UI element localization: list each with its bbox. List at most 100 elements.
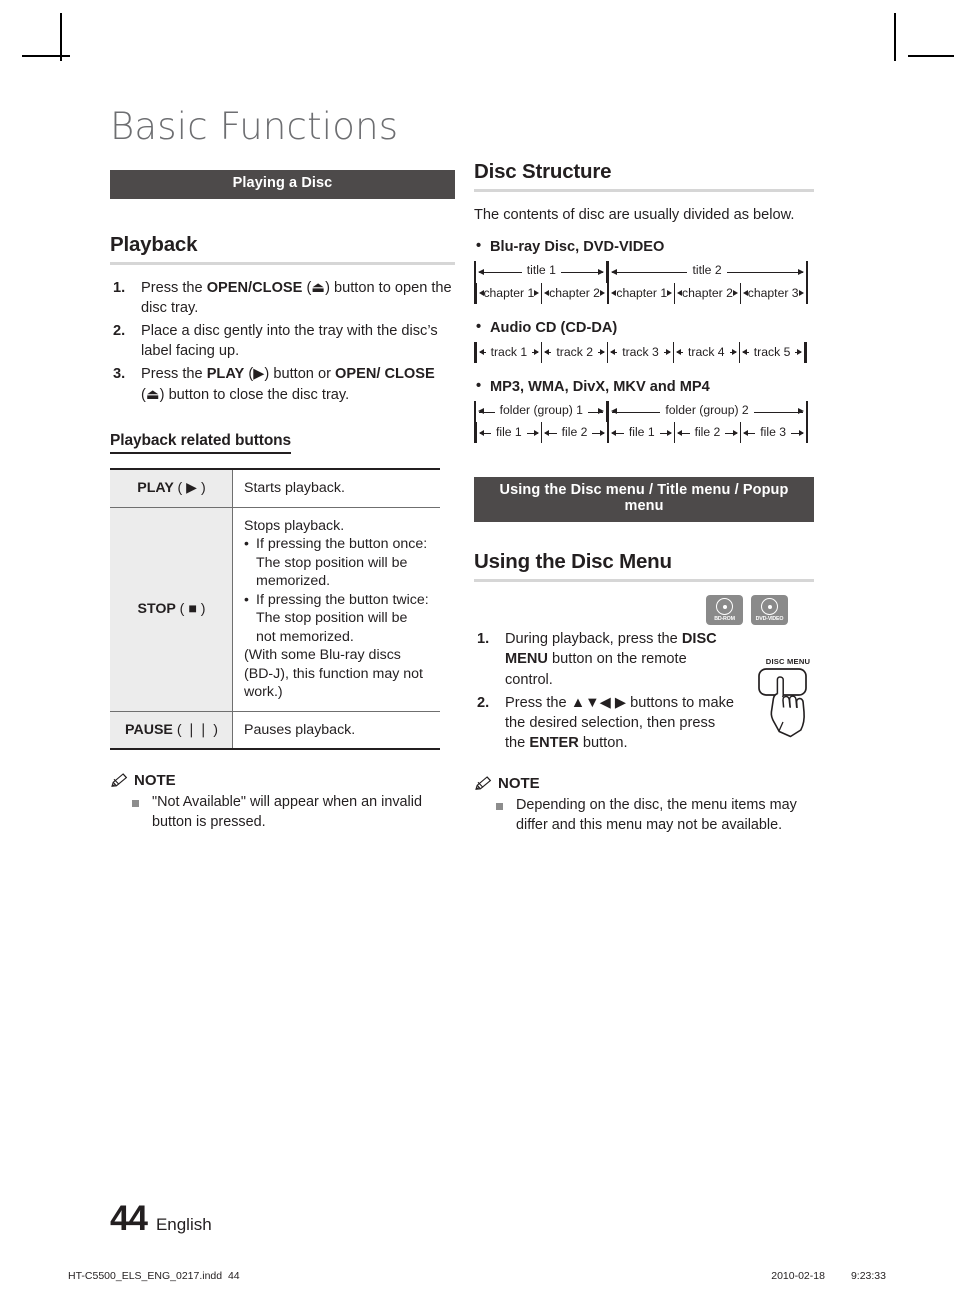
disc-format-label: Audio CD (CD-DA): [476, 319, 814, 336]
table-row: PAUSE ( ❘❘ ) Pauses playback.: [110, 710, 440, 750]
arrow-right-icon: [599, 290, 605, 297]
button-glyph-icon: ( ▶ ): [177, 479, 206, 496]
footer-file-name: HT-C5500_ELS_ENG_0217.indd: [68, 1270, 223, 1282]
button-label: PAUSE: [125, 721, 177, 738]
arrow-left-icon: [478, 408, 485, 415]
note-list-left: "Not Available" will appear when an inva…: [110, 793, 455, 833]
disc-format-badge: BD-ROM: [706, 595, 743, 626]
step-text: During playback, press the: [505, 631, 682, 648]
structure-segment-label: title 1: [521, 263, 561, 278]
manual-page: Basic Functions Playing a Disc Playback …: [0, 0, 954, 1307]
structure-segment: chapter 3: [741, 283, 806, 304]
step-text: (⏏) button to close the disc tray.: [141, 386, 350, 403]
disc-structure-group: Audio CD (CD-DA)track 1track 2track 3tra…: [474, 319, 814, 364]
arrow-left-icon: [741, 349, 747, 356]
structure-segment-label: track 3: [617, 344, 664, 359]
note-label-right: NOTE: [498, 775, 540, 793]
page-language: English: [155, 1215, 212, 1234]
arrow-right-icon: [798, 290, 804, 297]
note-heading-left: NOTE: [110, 772, 455, 789]
arrow-right-icon: [598, 408, 605, 415]
structure-segment-label: chapter 2: [677, 285, 738, 300]
running-footer: HT-C5500_ELS_ENG_0217.indd 44 2010-02-18…: [68, 1270, 886, 1282]
button-description-cell: Starts playback.: [232, 468, 440, 508]
supported-disc-badges: BD-ROM DVD-VIDEO: [474, 595, 788, 626]
structure-diagram: folder (group) 1 folder (group) 2 file 1 fi…: [474, 401, 809, 444]
disc-structure-diagrams: Blu-ray Disc, DVD-VIDEO title 1 title 2 cha…: [474, 238, 814, 444]
step-text: (▶) button or: [244, 366, 336, 383]
structure-top-row: title 1 title 2: [474, 261, 808, 283]
structure-segment-label: folder (group) 1: [494, 403, 588, 418]
structure-diagram: title 1 title 2 chapter 1 chapter 2 chapter …: [474, 261, 809, 304]
page-number: 44: [110, 1199, 148, 1238]
pencil-note-icon: [475, 776, 492, 790]
arrow-right-icon: [797, 349, 803, 356]
button-glyph-icon: ( ❘❘ ): [176, 721, 218, 738]
structure-segment-label: file 1: [490, 425, 527, 440]
subheading-playback-related-buttons: Playback related buttons: [110, 432, 291, 454]
arrow-right-icon: [667, 290, 673, 297]
structure-diagram: track 1 track 2 track 3 track 4 track 5: [474, 341, 808, 364]
step-number: 3.: [113, 366, 126, 383]
description-parenthetical: (With some Blu-ray discs (BD-J), this fu…: [244, 647, 423, 701]
arrow-left-icon: [610, 408, 617, 415]
structure-segment: file 3: [741, 422, 806, 443]
structure-segment: track 4: [674, 342, 739, 363]
arrow-left-icon: [610, 268, 617, 275]
disc-format-badge-label: BD-ROM: [714, 616, 735, 623]
disc-format-badge: DVD-VIDEO: [751, 595, 788, 626]
step-item: 3. Press the PLAY (▶) button or OPEN/ CLO…: [110, 364, 455, 404]
disc-format-label: Blu-ray Disc, DVD-VIDEO: [476, 238, 814, 255]
structure-segment-label: track 4: [683, 344, 730, 359]
table-row: STOP ( ■ )Stops playback.If pressing the…: [110, 506, 440, 712]
disc-menu-steps: 1. During playback, press the DISC MENU b…: [474, 629, 736, 753]
note-item: "Not Available" will appear when an inva…: [132, 793, 455, 833]
step-emphasis: OPEN/ CLOSE: [335, 366, 435, 383]
structure-top-row: folder (group) 1 folder (group) 2: [474, 401, 808, 423]
section-bar-using-disc-menu: Using the Disc menu / Title menu / Popup…: [474, 477, 814, 523]
structure-divider: [805, 261, 808, 283]
arrow-right-icon: [667, 429, 673, 436]
arrow-left-icon: [742, 290, 748, 297]
structure-segment: track 1: [477, 342, 542, 363]
arrow-right-icon: [534, 290, 540, 297]
disc-structure-group: MP3, WMA, DivX, MKV and MP4 folder (group…: [474, 378, 814, 444]
step-emphasis: OPEN/CLOSE: [206, 279, 303, 296]
crop-mark-top-left-horizontal: [22, 55, 70, 57]
crop-mark-top-left-vertical: [60, 13, 62, 61]
arrow-right-icon: [797, 268, 804, 275]
description-bullet: If pressing the button once: The stop po…: [244, 534, 430, 590]
structure-divider: [805, 282, 809, 304]
arrow-right-icon: [534, 349, 540, 356]
button-label: PLAY: [137, 479, 178, 496]
pencil-note-icon: [111, 773, 128, 788]
button-description-cell: Stops playback.If pressing the button on…: [232, 506, 440, 712]
arrow-left-icon: [675, 349, 681, 356]
structure-segment-label: title 2: [687, 263, 727, 278]
arrow-right-icon: [732, 290, 738, 297]
disc-format-label: MP3, WMA, DivX, MKV and MP4: [476, 378, 814, 395]
arrow-right-icon: [599, 429, 605, 436]
description-lead: Starts playback.: [244, 479, 345, 496]
step-text: button.: [578, 734, 628, 751]
structure-segment-label: chapter 2: [544, 285, 605, 300]
arrow-right-icon: [598, 268, 605, 275]
structure-segment: chapter 1: [477, 283, 542, 304]
structure-segment-label: chapter 1: [478, 285, 540, 300]
structure-divider: [805, 401, 808, 423]
note-label-left: NOTE: [134, 772, 176, 790]
structure-divider: [804, 341, 807, 364]
structure-segment-label: file 2: [556, 425, 593, 440]
step-item: 2. Place a disc gently into the tray with…: [110, 321, 455, 361]
description-bullet: If pressing the button twice: The stop p…: [244, 590, 430, 646]
step-emphasis: PLAY: [206, 366, 245, 383]
step-item: 2. Press the ▲▼◀ ▶ buttons to make the de…: [474, 693, 736, 753]
footer-file-info: HT-C5500_ELS_ENG_0217.indd 44: [68, 1270, 240, 1282]
structure-segment-label: file 2: [689, 425, 726, 440]
structure-segment-label: chapter 1: [611, 285, 673, 300]
arrow-left-icon: [610, 349, 616, 356]
arrow-left-icon: [478, 268, 485, 275]
button-glyph-icon: ( ■ ): [179, 600, 206, 617]
note-item: Depending on the disc, the menu items ma…: [496, 796, 814, 836]
structure-segment: track 5: [740, 342, 805, 363]
